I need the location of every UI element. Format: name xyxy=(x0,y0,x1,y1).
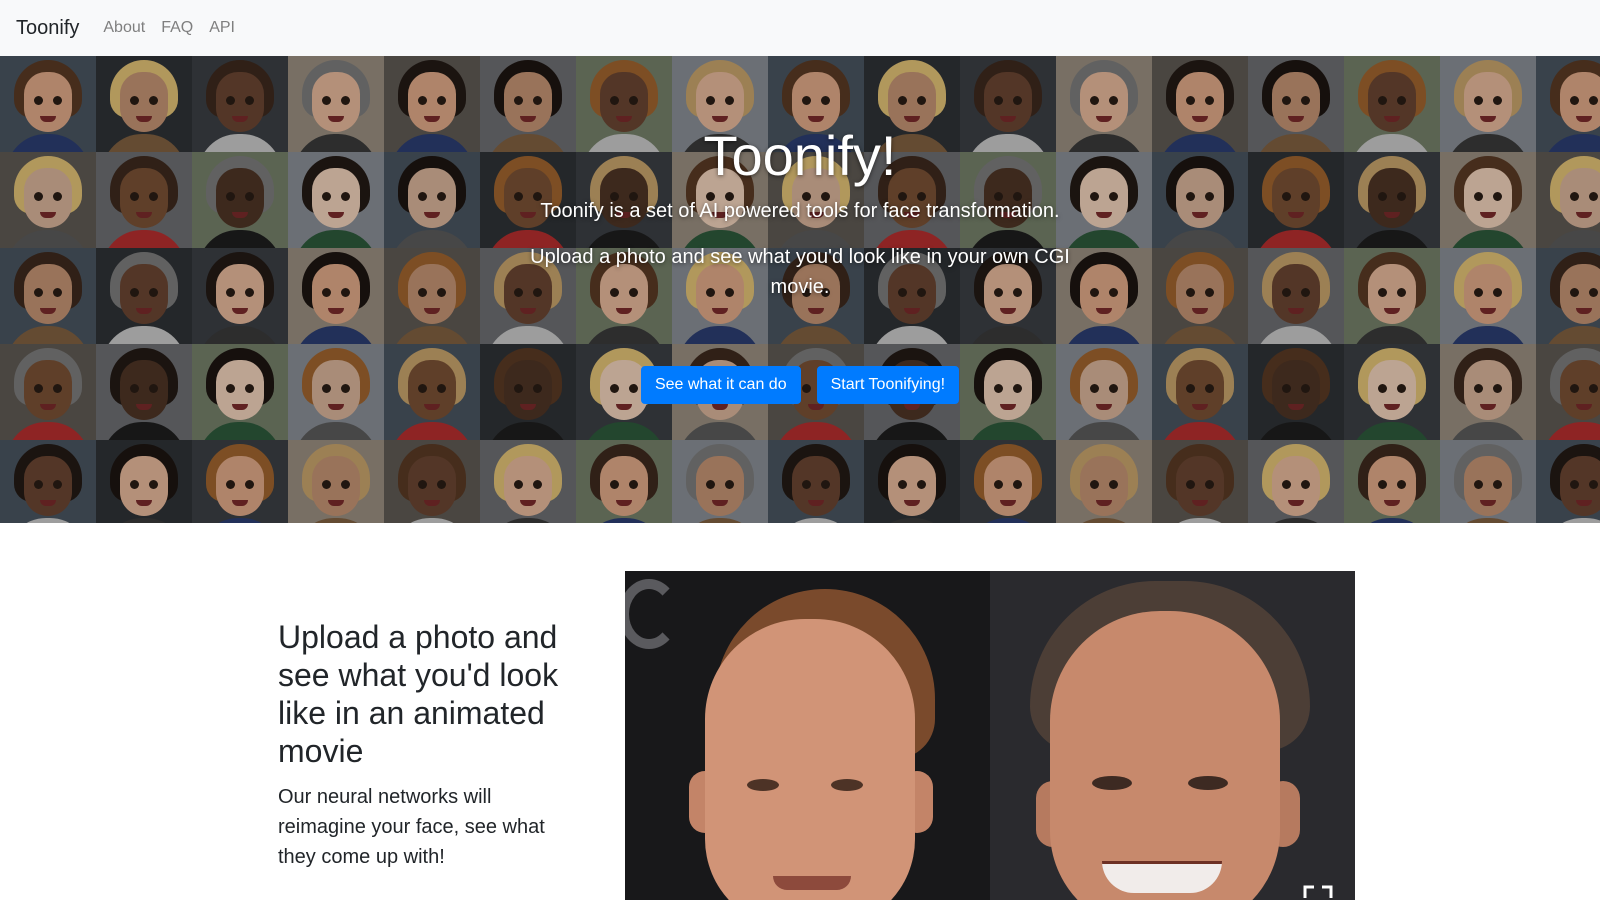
toon-eye-right xyxy=(1188,776,1228,790)
hero-content: Toonify! Toonify is a set of AI powered … xyxy=(530,124,1070,302)
toon-smile xyxy=(1102,861,1222,893)
before-after-comparison xyxy=(625,571,1355,900)
hero-title: Toonify! xyxy=(703,124,897,187)
see-what-it-can-do-button[interactable]: See what it can do xyxy=(640,366,801,404)
feature-text: Upload a photo and see what you'd look l… xyxy=(278,618,578,872)
backdrop-letter xyxy=(625,579,679,649)
hero-buttons: See what it can do Start Toonifying! xyxy=(0,366,1600,404)
nav-link-api[interactable]: API xyxy=(209,19,235,37)
nav-link-about[interactable]: About xyxy=(103,19,145,37)
original-eye-left xyxy=(747,779,779,791)
nav-link-faq[interactable]: FAQ xyxy=(161,19,193,37)
hero-lead: Toonify is a set of AI powered tools for… xyxy=(540,200,1060,222)
hero-lead-secondary: Upload a photo and see what you'd look l… xyxy=(530,246,1070,298)
original-mouth xyxy=(773,876,851,890)
navbar: Toonify About FAQ API xyxy=(0,0,1600,56)
original-eye-right xyxy=(831,779,863,791)
brand-link[interactable]: Toonify xyxy=(16,17,79,40)
feature-heading: Upload a photo and see what you'd look l… xyxy=(278,619,559,769)
hero-section: Toonify! Toonify is a set of AI powered … xyxy=(0,56,1600,523)
feature-body: Our neural networks will reimagine your … xyxy=(278,786,545,868)
start-toonifying-button[interactable]: Start Toonifying! xyxy=(816,366,960,404)
original-photo xyxy=(625,571,990,900)
toon-face xyxy=(1050,611,1280,900)
expand-icon[interactable] xyxy=(1303,884,1333,900)
toonified-photo xyxy=(990,571,1355,900)
toon-eye-left xyxy=(1092,776,1132,790)
original-face xyxy=(705,619,915,900)
